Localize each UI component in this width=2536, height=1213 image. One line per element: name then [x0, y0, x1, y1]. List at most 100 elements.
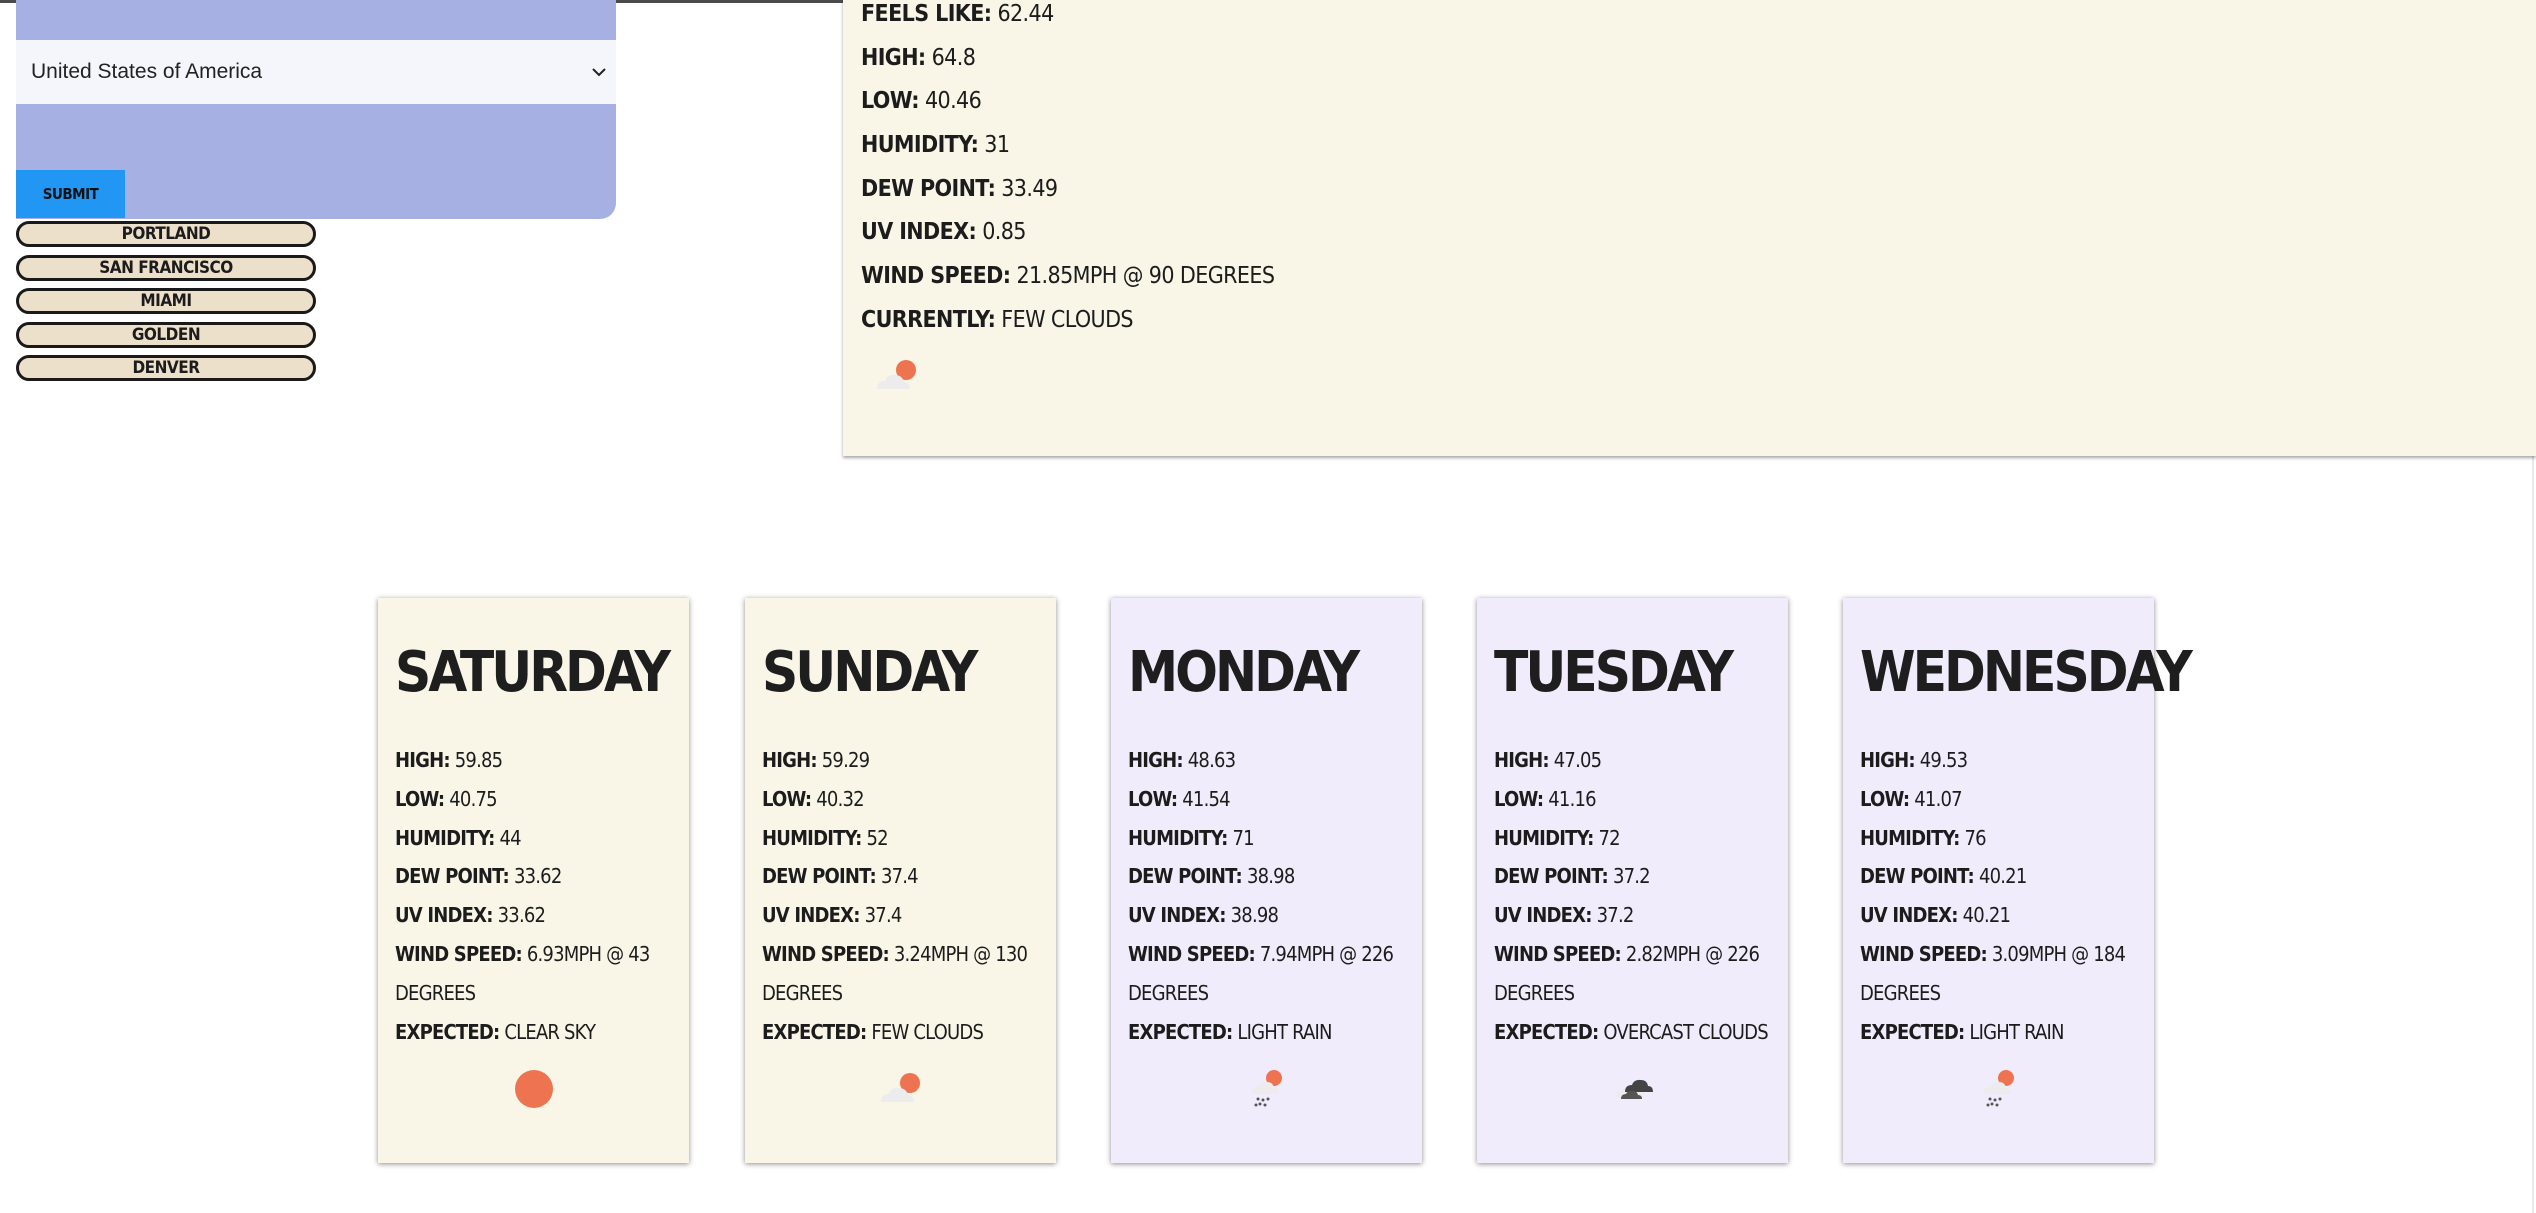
uv-index-value: 0.85 — [982, 219, 1026, 246]
light-rain-icon — [1241, 1066, 1293, 1112]
history-item-denver[interactable]: DENVER — [16, 355, 316, 381]
expected-label: EXPECTED: — [1494, 1019, 1599, 1044]
currently-label: CURRENTLY: — [861, 306, 996, 333]
forecast-day-name: SATURDAY — [395, 640, 671, 705]
chevron-down-icon — [584, 57, 614, 87]
low-value: 41.16 — [1548, 786, 1596, 811]
forecast-wind-speed: WIND SPEED: 7.94MPH @ 226 DEGREES — [1128, 935, 1418, 1013]
wind-speed-value: 21.85MPH @ 90 DEGREES — [1016, 262, 1275, 289]
uv-index-label: UV INDEX: — [861, 219, 977, 246]
high-label: HIGH: — [1860, 748, 1916, 772]
uv-index-value: 40.21 — [1962, 903, 2011, 928]
current-feels-like: FEELS LIKE: 62.44 — [861, 0, 1274, 36]
country-select-value: United States of America — [31, 60, 263, 83]
high-value: 47.05 — [1553, 748, 1602, 772]
humidity-value: 71 — [1232, 825, 1254, 850]
currently-value: FEW CLOUDS — [1001, 306, 1133, 333]
humidity-label: HUMIDITY: — [1128, 825, 1228, 850]
forecast-uv-index: UV INDEX: 40.21 — [1860, 896, 2150, 935]
history-item-portland[interactable]: PORTLAND — [16, 221, 316, 247]
forecast-high: HIGH: 47.05 — [1494, 741, 1784, 780]
high-label: HIGH: — [762, 748, 818, 772]
country-select[interactable]: United States of America — [16, 40, 616, 104]
overcast-clouds-icon — [1607, 1066, 1659, 1112]
expected-value: CLEAR SKY — [504, 1019, 596, 1044]
low-value: 40.46 — [924, 88, 982, 115]
low-value: 40.75 — [449, 786, 497, 811]
forecast-day-name: TUESDAY — [1494, 640, 1734, 705]
current-wind-speed: WIND SPEED: 21.85MPH @ 90 DEGREES — [861, 254, 1275, 298]
humidity-label: HUMIDITY: — [1860, 825, 1960, 850]
submit-button[interactable]: SUBMIT — [16, 170, 125, 218]
feels-like-label: FEELS LIKE: — [861, 0, 992, 27]
high-label: HIGH: — [861, 44, 926, 71]
forecast-wind-speed: WIND SPEED: 3.09MPH @ 184 DEGREES — [1860, 935, 2150, 1013]
forecast-expected: EXPECTED: LIGHT RAIN — [1128, 1013, 1418, 1052]
light-rain-icon — [1973, 1066, 2025, 1112]
forecast-humidity: HUMIDITY: 44 — [395, 819, 685, 858]
forecast-humidity: HUMIDITY: 52 — [762, 819, 1052, 858]
expected-value: FEW CLOUDS — [871, 1019, 984, 1044]
history-item-miami[interactable]: MIAMI — [16, 288, 316, 314]
current-humidity: HUMIDITY: 31 — [861, 123, 1274, 167]
uv-index-value: 33.62 — [497, 903, 546, 928]
humidity-label: HUMIDITY: — [762, 825, 862, 850]
low-value: 41.54 — [1182, 786, 1230, 811]
uv-index-label: UV INDEX: — [1494, 903, 1592, 928]
forecast-wind-speed: WIND SPEED: 6.93MPH @ 43 DEGREES — [395, 935, 685, 1013]
expected-label: EXPECTED: — [762, 1019, 867, 1044]
high-value: 64.8 — [931, 44, 976, 71]
forecast-low: LOW: 40.32 — [762, 780, 1052, 819]
wind-speed-label: WIND SPEED: — [762, 941, 890, 966]
dew-point-label: DEW POINT: — [762, 864, 877, 889]
high-value: 48.63 — [1187, 748, 1236, 772]
low-label: LOW: — [1128, 786, 1178, 811]
forecast-expected: EXPECTED: CLEAR SKY — [395, 1013, 685, 1052]
expected-label: EXPECTED: — [1128, 1019, 1233, 1044]
forecast-humidity: HUMIDITY: 72 — [1494, 819, 1784, 858]
forecast-low: LOW: 41.54 — [1128, 780, 1418, 819]
humidity-label: HUMIDITY: — [1494, 825, 1594, 850]
forecast-low: LOW: 41.16 — [1494, 780, 1784, 819]
high-label: HIGH: — [1128, 748, 1184, 772]
wind-speed-label: WIND SPEED: — [1494, 941, 1622, 966]
dew-point-value: 40.21 — [1978, 864, 2027, 889]
forecast-humidity: HUMIDITY: 76 — [1860, 819, 2150, 858]
current-uv-index: UV INDEX: 0.85 — [861, 210, 1274, 254]
high-value: 59.85 — [454, 748, 503, 772]
wind-speed-label: WIND SPEED: — [1860, 941, 1988, 966]
uv-index-value: 37.4 — [864, 903, 903, 928]
uv-index-label: UV INDEX: — [395, 903, 493, 928]
low-label: LOW: — [395, 786, 445, 811]
forecast-high: HIGH: 59.85 — [395, 741, 685, 780]
forecast-card-saturday: SATURDAY HIGH: 59.85 LOW: 40.75 HUMIDITY: 4… — [378, 598, 689, 1163]
dew-point-value: 37.4 — [880, 864, 919, 889]
humidity-value: 52 — [866, 825, 888, 850]
low-value: 40.32 — [816, 786, 864, 811]
uv-index-value: 37.2 — [1596, 903, 1635, 928]
forecast-card-sunday: SUNDAY HIGH: 59.29 LOW: 40.32 HUMIDITY: 52 … — [745, 598, 1056, 1163]
forecast-high: HIGH: 59.29 — [762, 741, 1052, 780]
high-value: 49.53 — [1919, 748, 1968, 772]
humidity-value: 72 — [1598, 825, 1620, 850]
dew-point-value: 33.49 — [1001, 175, 1058, 202]
forecast-dew-point: DEW POINT: 37.4 — [762, 857, 1052, 896]
low-label: LOW: — [1494, 786, 1544, 811]
wind-speed-label: WIND SPEED: — [1128, 941, 1256, 966]
forecast-dew-point: DEW POINT: 37.2 — [1494, 857, 1784, 896]
dew-point-label: DEW POINT: — [861, 175, 996, 202]
forecast-card-tuesday: TUESDAY HIGH: 47.05 LOW: 41.16 HUMIDITY: 72… — [1477, 598, 1788, 1163]
forecast-expected: EXPECTED: OVERCAST CLOUDS — [1494, 1013, 1784, 1052]
forecast-uv-index: UV INDEX: 37.4 — [762, 896, 1052, 935]
forecast-day-name: MONDAY — [1128, 640, 1360, 705]
history-item-san-francisco[interactable]: SAN FRANCISCO — [16, 254, 316, 281]
forecast-humidity: HUMIDITY: 71 — [1128, 819, 1418, 858]
low-value: 41.07 — [1914, 786, 1962, 811]
forecast-low: LOW: 40.75 — [395, 780, 685, 819]
current-conditions: CURRENTLY: FEW CLOUDS — [861, 298, 1274, 342]
dew-point-label: DEW POINT: — [395, 864, 510, 889]
dew-point-label: DEW POINT: — [1494, 864, 1609, 889]
history-item-golden[interactable]: GOLDEN — [16, 321, 316, 348]
forecast-expected: EXPECTED: LIGHT RAIN — [1860, 1013, 2150, 1052]
dew-point-label: DEW POINT: — [1860, 864, 1975, 889]
